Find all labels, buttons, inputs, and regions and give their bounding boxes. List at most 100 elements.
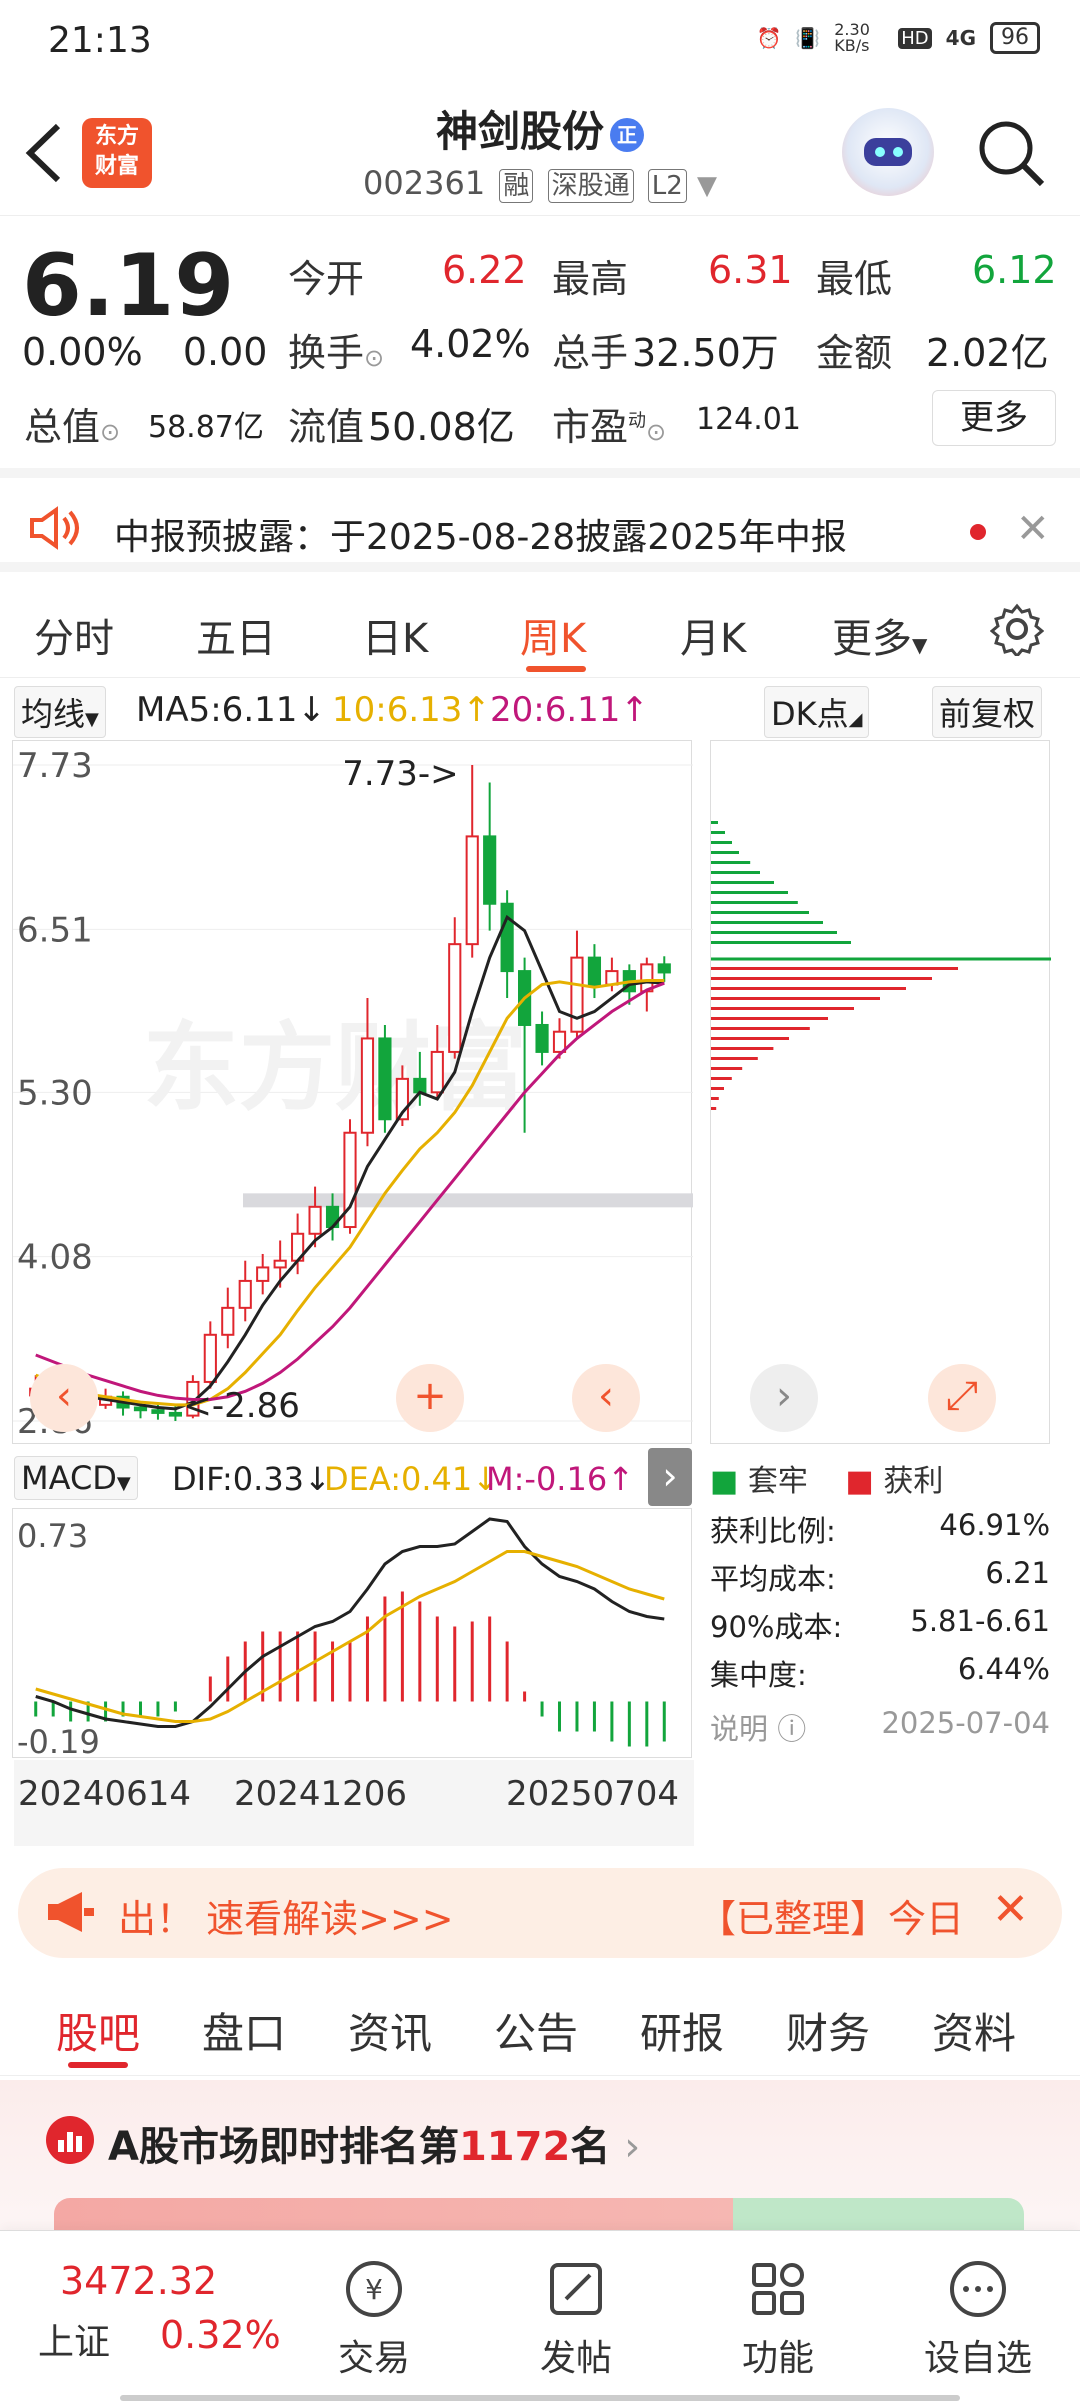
rank-text[interactable]: A股市场即时排名第1172名 › (108, 2114, 640, 2172)
high-label: 最高 (552, 257, 629, 301)
candle-body (378, 1037, 392, 1121)
info-icon[interactable]: ⊙ (364, 344, 384, 372)
search-icon[interactable] (976, 118, 1046, 188)
edit-icon (544, 2257, 608, 2321)
tab-announcements[interactable]: 公告 (494, 2000, 578, 2061)
m-label: M:-0.16↑ (486, 1460, 634, 1498)
tab-research[interactable]: 研报 (640, 2000, 724, 2061)
index-change[interactable]: 0.32% (160, 2313, 281, 2357)
open-value: 6.22 (442, 248, 527, 292)
mcap-label[interactable]: 总值⊙ (24, 396, 120, 451)
dk-point-button[interactable]: DK点◢ (764, 686, 870, 738)
chip-stat-row: 集中度: 6.44% (710, 1652, 1050, 1692)
svg-text:¥: ¥ (365, 2273, 383, 2306)
content-tabs: 股吧 盘口 资讯 公告 研报 财务 资料 (0, 1976, 1080, 2076)
rank-card[interactable]: A股市场即时排名第1172名 › (0, 2080, 1080, 2230)
turnover-label[interactable]: 换手⊙ (288, 322, 384, 377)
chip-note-row[interactable]: 说明 ⓘ 2025-07-04 (710, 1706, 1050, 1754)
candle-body (221, 1306, 235, 1336)
tab-monthly-k[interactable]: 月K (680, 606, 746, 664)
tab-5day[interactable]: 五日 (196, 606, 276, 664)
tab-pankou[interactable]: 盘口 (202, 2000, 286, 2061)
chip-stat-row: 90%成本: 5.81-6.61 (710, 1604, 1050, 1644)
prev-icon[interactable]: ‹ (30, 1364, 98, 1432)
pe-label[interactable]: 市盈动⊙ (552, 396, 666, 451)
tab-weekly-k[interactable]: 周K (520, 606, 586, 664)
info-icon[interactable]: ⓘ (777, 1712, 806, 1746)
macd-chart[interactable]: 0.73 -0.19 (13, 1509, 693, 1761)
amount-label: 金额 (816, 331, 893, 375)
chip-distribution-panel[interactable] (710, 740, 1051, 1444)
gear-icon[interactable] (989, 602, 1045, 660)
tab-underline (526, 666, 586, 672)
chip-bar-profit (711, 1097, 719, 1100)
news-banner[interactable]: 出！ 速看解读>>> 【已整理】今日 ✕ (18, 1868, 1062, 1958)
functions-button[interactable]: 功能 (708, 2257, 848, 2381)
y-tick-label: 4.08 (17, 1238, 93, 1278)
expand-icon[interactable]: ⤢ (928, 1364, 996, 1432)
tab-underline (68, 2062, 128, 2068)
y-tick-label: 5.30 (17, 1073, 93, 1113)
ma-select[interactable]: 均线▼ (14, 686, 106, 738)
hd-icon: HD (898, 27, 932, 49)
tab-news[interactable]: 资讯 (348, 2000, 432, 2061)
info-icon[interactable]: ⊙ (100, 418, 120, 446)
tab-intraday[interactable]: 分时 (34, 606, 114, 664)
candle-body (483, 835, 497, 905)
post-button[interactable]: 发帖 (506, 2257, 646, 2381)
dropdown-icon[interactable]: ▼ (697, 171, 717, 201)
chip-bar-profit (711, 987, 906, 990)
tab-profile[interactable]: 资料 (932, 2000, 1016, 2061)
tab-finance[interactable]: 财务 (786, 2000, 870, 2061)
tab-guba[interactable]: 股吧 (56, 2000, 140, 2061)
chevron-left-icon[interactable]: ‹ (572, 1364, 640, 1432)
assistant-avatar[interactable] (842, 108, 934, 196)
macd-select[interactable]: MACD▼ (14, 1456, 138, 1500)
chip-bar-locked (711, 831, 725, 834)
chevron-right-icon[interactable]: › (648, 1448, 692, 1506)
megaphone-icon (44, 1890, 98, 1938)
status-time: 21:13 (48, 20, 152, 61)
chip-bar-profit (711, 1007, 854, 1010)
unread-dot (970, 524, 986, 540)
chip-legend: ■ 套牢 ■ 获利 (710, 1464, 944, 1499)
candle-body (500, 902, 514, 973)
tab-more[interactable]: 更多▼ (832, 606, 927, 664)
battery-icon: 96 (990, 22, 1040, 54)
home-indicator (120, 2395, 960, 2401)
kline-chart[interactable]: 7.736.515.304.082.86东方财富7.73-><-2.86 (13, 741, 693, 1445)
low-label: 最低 (816, 257, 893, 301)
chip-chart (711, 821, 1051, 1110)
close-icon[interactable]: ✕ (992, 1884, 1029, 1935)
tag-margin: 融 (499, 169, 534, 203)
chevron-right-icon[interactable]: › (750, 1364, 818, 1432)
index-value[interactable]: 3472.32 (60, 2259, 217, 2303)
chip-bar-profit (711, 967, 958, 970)
period-tabs: 分时 五日 日K 周K 月K 更多▼ (0, 582, 1080, 678)
float-value: 50.08亿 (368, 405, 515, 449)
notice-text[interactable]: 中报预披露：于2025-08-28披露2025年中报 (114, 508, 847, 560)
banner-text[interactable]: 出！ 速看解读>>> (118, 1888, 454, 1943)
macd-panel[interactable]: 0.73 -0.19 (12, 1508, 693, 1761)
close-icon[interactable]: ✕ (1016, 506, 1050, 552)
candle-body (465, 835, 479, 946)
tab-daily-k[interactable]: 日K (362, 606, 428, 664)
info-icon[interactable]: ⊙ (646, 418, 666, 446)
stock-code: 002361 (363, 164, 486, 202)
more-button[interactable]: 更多 (932, 390, 1056, 446)
chip-bar-locked (711, 901, 798, 904)
chip-bar-locked (711, 851, 739, 854)
candle-body (151, 1409, 165, 1414)
index-name[interactable]: 上证 (38, 2313, 110, 2365)
plus-icon[interactable]: + (396, 1364, 464, 1432)
notice-bar[interactable]: 中报预披露：于2025-08-28披露2025年中报 ✕ (0, 468, 1080, 572)
banner-text-2[interactable]: 【已整理】今日 (698, 1888, 964, 1943)
adjust-button[interactable]: 前复权 (932, 686, 1043, 738)
watchlist-settings-button[interactable]: 设自选 (908, 2257, 1048, 2381)
chip-bar-profit (711, 997, 880, 1000)
bottom-bar: 3472.32 上证 0.32% ¥ 交易 发帖 功能 设自选 (0, 2230, 1080, 2408)
macd-min-label: -0.19 (17, 1723, 100, 1759)
trade-button[interactable]: ¥ 交易 (304, 2257, 444, 2381)
kline-panel[interactable]: 7.736.515.304.082.86东方财富7.73-><-2.86 (12, 740, 693, 1445)
chip-bar-profit (711, 1057, 758, 1060)
